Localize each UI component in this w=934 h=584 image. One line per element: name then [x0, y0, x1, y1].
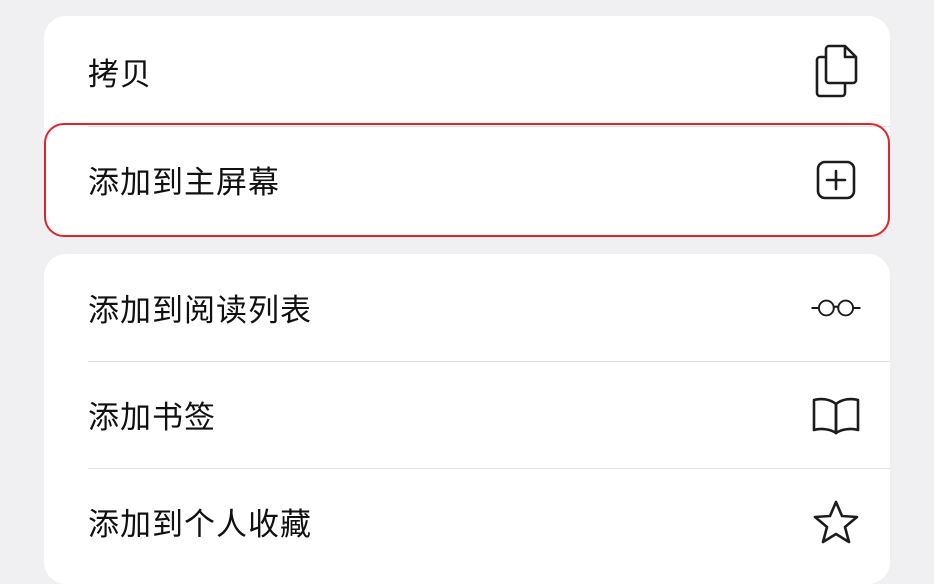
share-menu-group-bottom: 添加到阅读列表 添加书签 添加到个人收藏 [44, 254, 890, 584]
add-square-icon [810, 154, 862, 206]
add-to-favorites-label: 添加到个人收藏 [88, 507, 312, 543]
add-to-home-screen-label: 添加到主屏幕 [88, 165, 280, 201]
book-icon [810, 389, 862, 441]
add-to-favorites-action[interactable]: 添加到个人收藏 [44, 468, 890, 575]
share-menu-group-top: 拷贝 添加到主屏幕 [44, 16, 890, 236]
star-icon [810, 496, 862, 548]
add-to-reading-list-label: 添加到阅读列表 [88, 293, 312, 329]
add-bookmark-action[interactable]: 添加书签 [44, 361, 890, 468]
add-to-reading-list-action[interactable]: 添加到阅读列表 [44, 254, 890, 361]
add-to-home-screen-action[interactable]: 添加到主屏幕 [44, 126, 890, 233]
copy-action[interactable]: 拷贝 [44, 16, 890, 126]
add-bookmark-label: 添加书签 [88, 400, 216, 436]
glasses-icon [810, 282, 862, 334]
copy-icon [810, 44, 862, 98]
copy-action-label: 拷贝 [88, 56, 152, 93]
